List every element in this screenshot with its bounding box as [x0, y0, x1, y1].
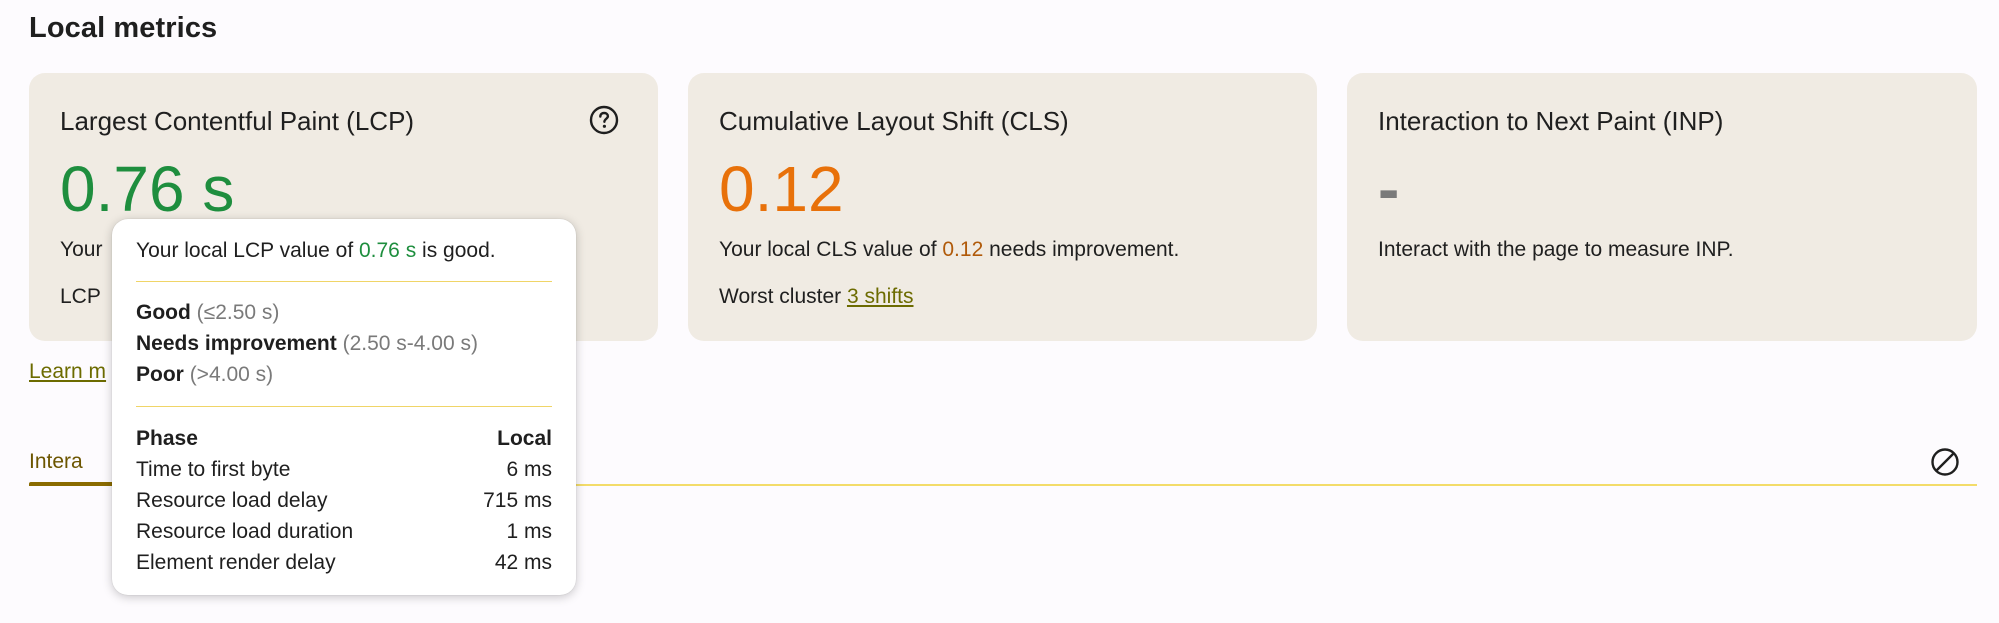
- cls-description-suffix: needs improvement.: [983, 238, 1180, 261]
- table-row: Resource load duration 1 ms: [136, 519, 552, 550]
- rating-good: Good (≤2.50 s): [136, 301, 279, 325]
- phase-name: Resource load delay: [136, 489, 328, 512]
- inp-card-title: Interaction to Next Paint (INP): [1378, 106, 1724, 136]
- tooltip-divider: [136, 281, 552, 282]
- local-metrics-page: Local metrics Largest Contentful Paint (…: [0, 0, 1999, 623]
- lcp-description: Your: [60, 238, 103, 261]
- phase-local-value: 1 ms: [506, 520, 552, 543]
- inp-description: Interact with the page to measure INP.: [1378, 238, 1734, 261]
- lcp-value: 0.76 s: [60, 153, 235, 225]
- inp-value: -: [1378, 153, 1400, 225]
- tooltip-summary-prefix: Your local LCP value of: [136, 239, 359, 262]
- worst-cluster-link[interactable]: 3 shifts: [847, 285, 914, 308]
- inp-card: Interaction to Next Paint (INP) - Intera…: [1347, 73, 1977, 341]
- phase-name: Time to first byte: [136, 458, 291, 481]
- rating-range: (2.50 s-4.00 s): [342, 332, 478, 355]
- cls-description-prefix: Your local CLS value of: [719, 238, 943, 261]
- help-circle-icon[interactable]: [588, 104, 620, 136]
- phase-local-value: 6 ms: [506, 458, 552, 481]
- lcp-element-label: LCP: [60, 285, 101, 308]
- lcp-tooltip: Your local LCP value of 0.76 s is good. …: [112, 219, 576, 595]
- phase-name: Resource load duration: [136, 520, 354, 543]
- rating-label: Needs improvement: [136, 332, 337, 355]
- cls-value: 0.12: [719, 153, 844, 225]
- phase-table: Phase Local Time to first byte 6 ms Reso…: [136, 426, 552, 581]
- tooltip-summary-value: 0.76 s: [358, 239, 417, 262]
- rating-label: Good: [136, 301, 191, 324]
- tooltip-summary-suffix: is good.: [416, 239, 496, 262]
- table-row: Element render delay 42 ms: [136, 550, 552, 581]
- phase-local-value: 715 ms: [483, 489, 552, 512]
- phase-table-header: Phase Local: [136, 426, 552, 457]
- clear-block-icon[interactable]: [1928, 445, 1962, 479]
- cls-worst-cluster: Worst cluster 3 shifts: [719, 285, 914, 309]
- tab-interactions[interactable]: Intera: [29, 450, 83, 474]
- tooltip-divider: [136, 406, 552, 407]
- rating-range: (≤2.50 s): [196, 301, 280, 324]
- cls-card: Cumulative Layout Shift (CLS) 0.12 Your …: [688, 73, 1317, 341]
- section-title: Local metrics: [29, 12, 218, 44]
- cls-card-title: Cumulative Layout Shift (CLS): [719, 106, 1069, 136]
- worst-cluster-label: Worst cluster: [719, 285, 847, 308]
- phase-local-value: 42 ms: [494, 551, 552, 574]
- cls-description-value: 0.12: [942, 238, 984, 261]
- phase-column-header: Phase: [136, 427, 198, 450]
- learn-more-link[interactable]: Learn m: [29, 360, 106, 384]
- lcp-card-title: Largest Contentful Paint (LCP): [60, 106, 415, 136]
- rating-needs-improvement: Needs improvement (2.50 s-4.00 s): [136, 332, 478, 356]
- table-row: Resource load delay 715 ms: [136, 488, 552, 519]
- local-column-header: Local: [497, 427, 552, 450]
- rating-range: (>4.00 s): [189, 363, 274, 386]
- tooltip-summary: Your local LCP value of 0.76 s is good.: [136, 239, 496, 263]
- rating-poor: Poor (>4.00 s): [136, 363, 273, 387]
- cls-description: Your local CLS value of 0.12 needs impro…: [719, 238, 1179, 262]
- phase-name: Element render delay: [136, 551, 336, 574]
- rating-label: Poor: [136, 363, 184, 386]
- table-row: Time to first byte 6 ms: [136, 457, 552, 488]
